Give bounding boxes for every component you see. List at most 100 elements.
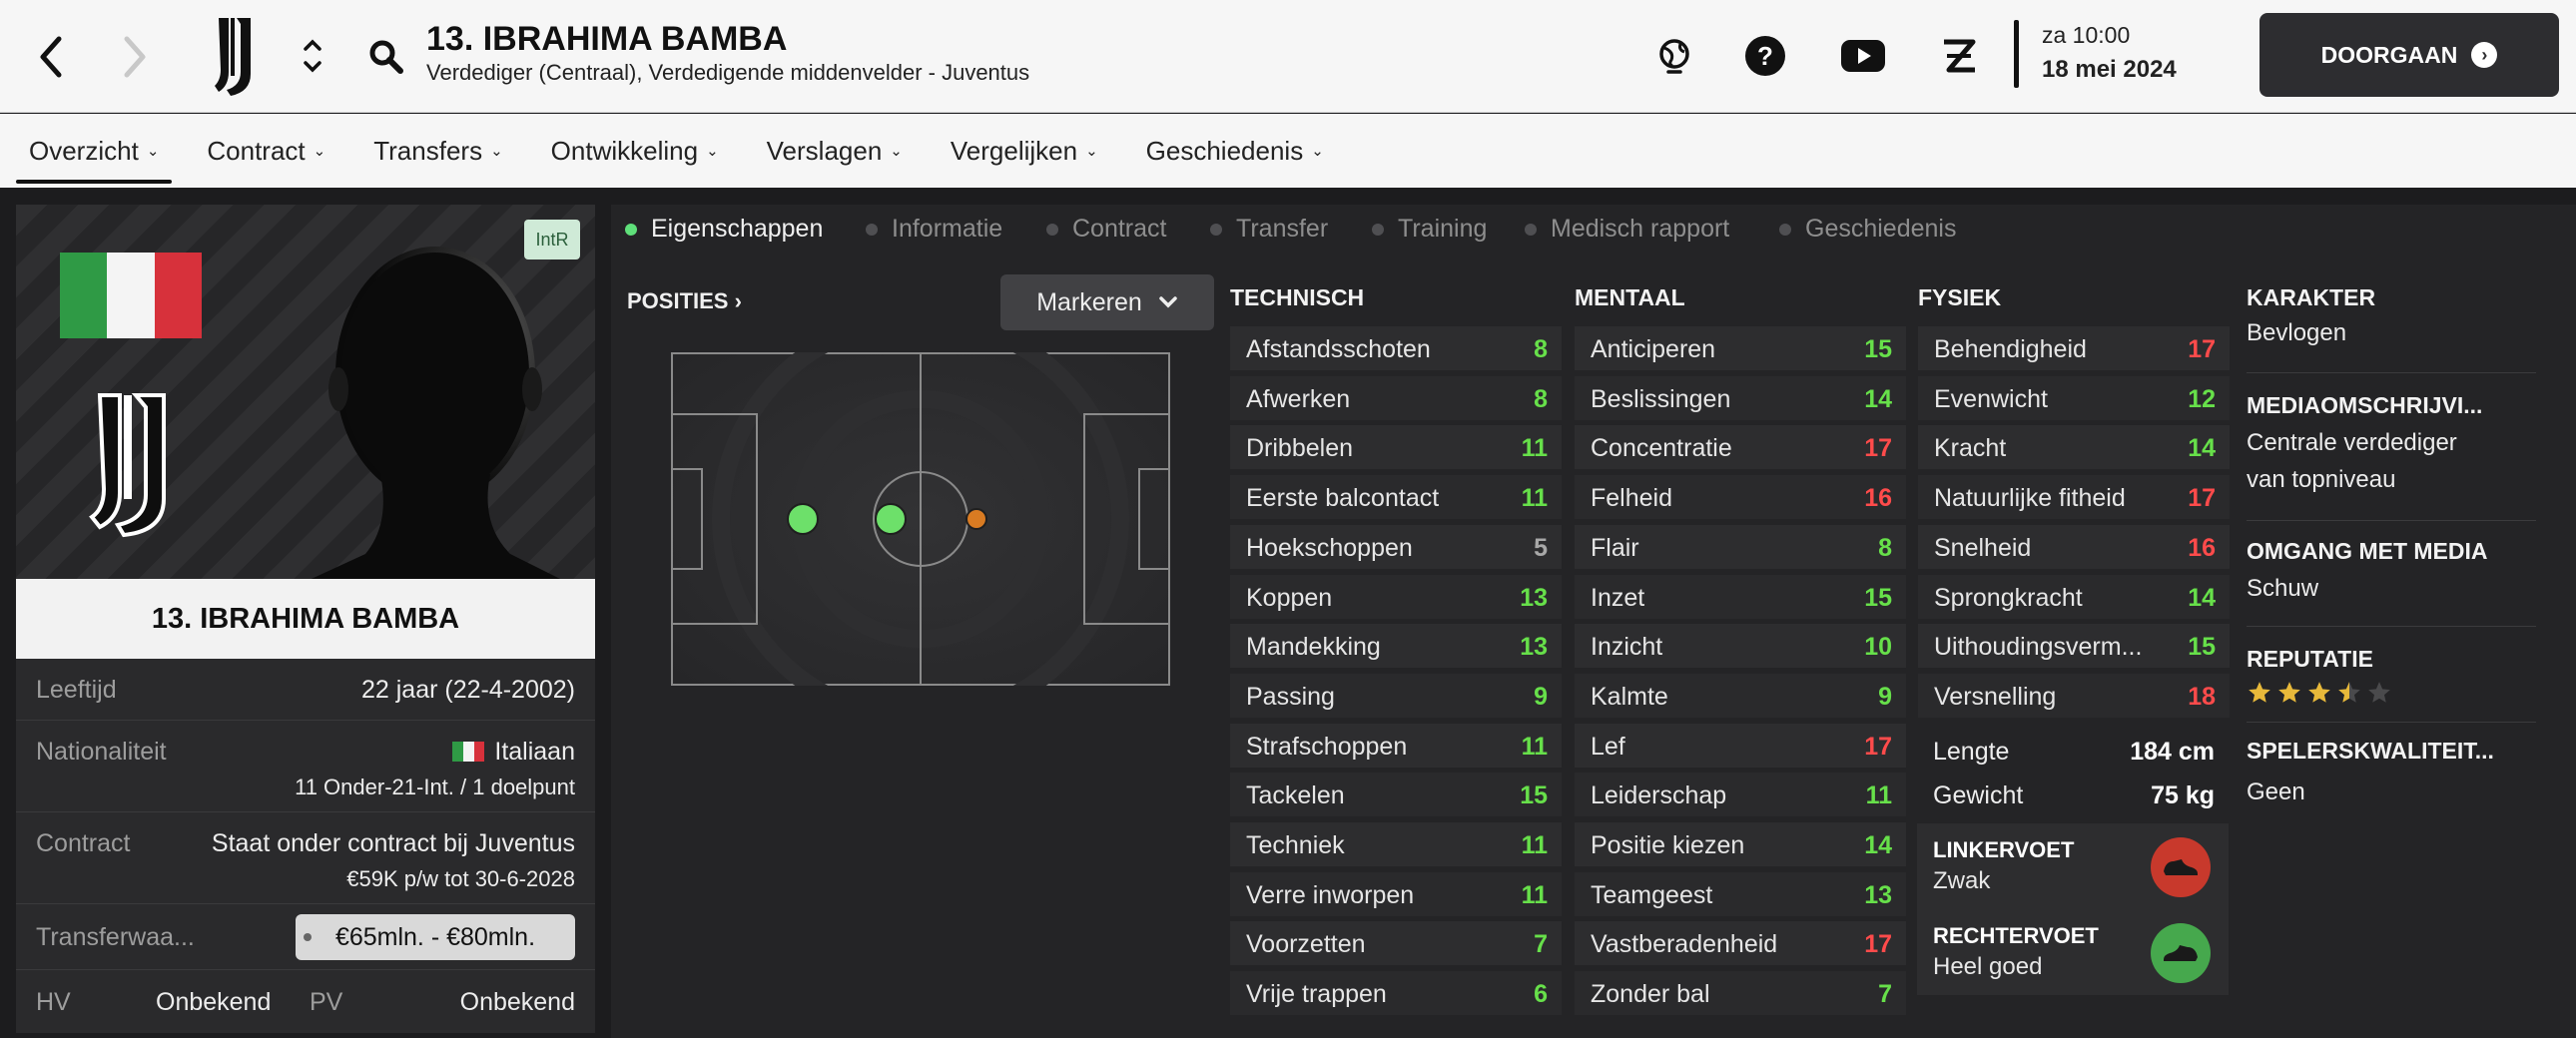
attribute-row[interactable]: Vrije trappen 6 [1230,971,1562,1016]
attribute-value: 11 [1865,781,1892,810]
subtab-medisch-rapport[interactable]: Medisch rapport [1525,215,1729,244]
forward-button[interactable] [114,35,158,79]
transfer-value-tag[interactable]: €65mln. - €80mln. [296,914,575,960]
attribute-row[interactable]: Strafschoppen 11 [1230,723,1562,768]
attribute-name: Tackelen [1246,781,1345,810]
attribute-value: 13 [1864,880,1892,909]
positions-link[interactable]: POSITIES › [627,288,742,314]
tab-transfers[interactable]: Transfers ⌄ [373,114,502,188]
tab-ontwikkeling[interactable]: Ontwikkeling ⌄ [551,114,719,188]
age-label: Leeftijd [36,676,117,704]
attribute-row[interactable]: Flair 8 [1575,524,1906,569]
attribute-name: Inzicht [1591,633,1663,662]
attribute-value: 15 [1864,335,1892,363]
zone-button[interactable] [1937,34,1981,78]
attribute-row[interactable]: Voorzetten 7 [1230,921,1562,966]
attribute-row[interactable]: Behendigheid 17 [1918,326,2230,370]
attribute-row[interactable]: Teamgeest 13 [1575,871,1906,916]
subtab-eigenschappen[interactable]: Eigenschappen [625,215,823,244]
help-button[interactable]: ? [1743,34,1787,78]
tab-verslagen[interactable]: Verslagen ⌄ [767,114,903,188]
attribute-row[interactable]: Hoekschoppen 5 [1230,524,1562,569]
svg-text:?: ? [1757,41,1773,71]
youtube-button[interactable] [1839,34,1887,78]
fysiek-heading: FYSIEK [1918,284,2002,310]
attribute-row[interactable]: Beslissingen 14 [1575,375,1906,420]
attribute-value: 12 [2188,384,2216,413]
attribute-row[interactable]: Kracht 14 [1918,425,2230,470]
subtab-informatie[interactable]: Informatie [866,215,1002,244]
italy-flag-icon [60,253,202,338]
contract-wage: €59K p/w tot 30-6-2028 [346,866,575,891]
contract-row: Contract Staat onder contract bij Juvent… [16,812,595,904]
attribute-row[interactable]: Mandekking 13 [1230,624,1562,669]
height-label: Lengte [1933,738,2010,766]
attribute-row[interactable]: Uithoudingsverm... 15 [1918,624,2230,669]
dot-icon [866,223,878,236]
attribute-row[interactable]: Verre inworpen 11 [1230,871,1562,916]
positions-pitch [671,352,1170,686]
youtube-icon [1841,40,1885,72]
highlight-select[interactable]: Markeren [1000,274,1214,330]
game-date: 18 mei 2024 [2042,56,2177,83]
attribute-row[interactable]: Vastberadenheid 17 [1575,921,1906,966]
z-logo-icon [1944,39,1976,73]
attribute-row[interactable]: Kalmte 9 [1575,673,1906,718]
attribute-row[interactable]: Natuurlijke fitheid 17 [1918,475,2230,520]
player-switcher[interactable] [296,26,329,86]
attribute-row[interactable]: Inzet 15 [1575,574,1906,619]
attribute-row[interactable]: Felheid 16 [1575,475,1906,520]
help-icon: ? [1745,36,1785,76]
weight-label: Gewicht [1933,781,2024,809]
subtab-contract[interactable]: Contract [1046,215,1166,244]
boot-strong-icon [2151,923,2211,983]
tab-overzicht[interactable]: Overzicht ⌄ [15,114,173,188]
boot-weak-icon [2151,837,2211,897]
continue-button[interactable]: DOORGAAN › [2259,13,2559,97]
attribute-row[interactable]: Eerste balcontact 11 [1230,475,1562,520]
attribute-name: Concentratie [1591,434,1732,463]
attribute-row[interactable]: Tackelen 15 [1230,773,1562,817]
attribute-row[interactable]: Afwerken 8 [1230,375,1562,420]
attribute-row[interactable]: Leiderschap 11 [1575,773,1906,817]
media-description-line1: Centrale verdediger [2247,429,2457,456]
attribute-row[interactable]: Dribbelen 11 [1230,425,1562,470]
subtab-geschiedenis[interactable]: Geschiedenis [1779,215,1956,244]
attribute-row[interactable]: Concentratie 17 [1575,425,1906,470]
attribute-row[interactable]: Evenwicht 12 [1918,375,2230,420]
attribute-row[interactable]: Techniek 11 [1230,822,1562,866]
attribute-value: 14 [1864,831,1892,859]
tab-vergelijken[interactable]: Vergelijken ⌄ [951,114,1098,188]
subtab-training[interactable]: Training [1372,215,1487,244]
attribute-row[interactable]: Koppen 13 [1230,574,1562,619]
tab-geschiedenis[interactable]: Geschiedenis ⌄ [1146,114,1324,188]
attribute-row[interactable]: Inzicht 10 [1575,624,1906,669]
attribute-name: Kracht [1934,434,2007,463]
attribute-row[interactable]: Afstandsschoten 8 [1230,326,1562,370]
attribute-value: 17 [1864,732,1892,761]
attribute-value: 13 [1520,633,1548,662]
star-icon [2368,682,2390,703]
attribute-name: Eerste balcontact [1246,484,1440,513]
nationality-value[interactable]: Italiaan [452,738,575,767]
attribute-name: Mandekking [1246,633,1381,662]
tab-contract[interactable]: Contract ⌄ [207,114,325,188]
attribute-name: Behendigheid [1934,335,2087,363]
club-logo[interactable] [208,14,268,98]
info-divider [2247,722,2536,723]
attribute-value: 7 [1534,930,1548,959]
back-button[interactable] [28,35,72,79]
attribute-row[interactable]: Positie kiezen 14 [1575,822,1906,866]
attribute-row[interactable]: Sprongkracht 14 [1918,574,2230,619]
height-value: 184 cm [2130,738,2215,766]
attribute-row[interactable]: Lef 17 [1575,723,1906,768]
attribute-row[interactable]: Anticiperen 15 [1575,326,1906,370]
subtab-transfer[interactable]: Transfer [1210,215,1328,244]
attribute-row[interactable]: Zonder bal 7 [1575,971,1906,1016]
attribute-row[interactable]: Snelheid 16 [1918,524,2230,569]
search-button[interactable] [365,36,407,78]
world-button[interactable] [1652,34,1696,78]
international-badge: IntR [524,220,580,260]
attribute-row[interactable]: Passing 9 [1230,673,1562,718]
attribute-row[interactable]: Versnelling 18 [1918,673,2230,718]
